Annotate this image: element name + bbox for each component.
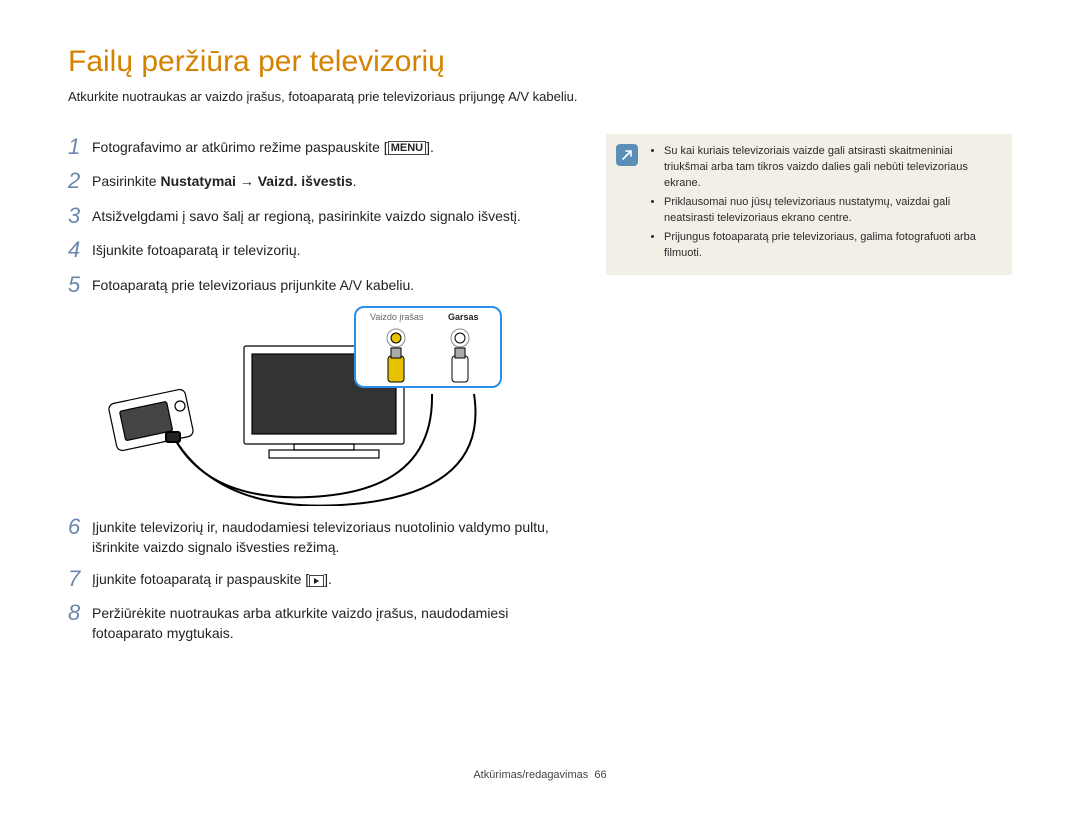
note-list: Su kai kuriais televizoriais vaizde gali…: [652, 144, 998, 262]
step-text: Fotoaparatą prie televizoriaus prijunkit…: [92, 272, 414, 295]
text: ].: [324, 571, 332, 587]
step-number: 2: [68, 168, 92, 194]
step-text: Įjunkite fotoaparatą ir paspauskite [].: [92, 566, 332, 589]
step-number: 3: [68, 203, 92, 229]
step-text: Įjunkite televizorių ir, naudodamiesi te…: [92, 514, 578, 558]
page-title: Failų peržiūra per televizorių: [68, 45, 1012, 79]
connector-callout: Vaizdo įrašas Garsas: [354, 306, 502, 388]
connection-diagram: Vaizdo įrašas Garsas: [94, 306, 524, 506]
step-text: Pasirinkite Nustatymai → Vaizd. išvestis…: [92, 168, 357, 191]
step-number: 8: [68, 600, 92, 626]
left-column: 1 Fotografavimo ar atkūrimo režime paspa…: [68, 134, 578, 652]
content-columns: 1 Fotografavimo ar atkūrimo režime paspa…: [68, 134, 1012, 652]
note-item: Su kai kuriais televizoriais vaizde gali…: [664, 144, 998, 192]
step-text: Fotografavimo ar atkūrimo režime paspaus…: [92, 134, 434, 157]
menu-button-icon: MENU: [388, 141, 426, 155]
note-box: Su kai kuriais televizoriais vaizde gali…: [606, 134, 1012, 275]
step-text: Atsižvelgdami į savo šalį ar regioną, pa…: [92, 203, 521, 226]
step-number: 5: [68, 272, 92, 298]
text: ].: [426, 139, 434, 155]
step-4: 4 Išjunkite fotoaparatą ir televizorių.: [68, 237, 578, 263]
note-item: Priklausomai nuo jūsų televizoriaus nust…: [664, 195, 998, 227]
step-number: 7: [68, 566, 92, 592]
text: .: [353, 173, 357, 189]
step-7: 7 Įjunkite fotoaparatą ir paspauskite []…: [68, 566, 578, 592]
text: Fotografavimo ar atkūrimo režime paspaus…: [92, 139, 388, 155]
text: Pasirinkite: [92, 173, 160, 189]
page-footer: Atkūrimas/redagavimas 66: [0, 769, 1080, 781]
step-2: 2 Pasirinkite Nustatymai → Vaizd. išvest…: [68, 168, 578, 194]
bold: Nustatymai → Vaizd. išvestis: [160, 173, 352, 189]
step-text: Išjunkite fotoaparatą ir televizorių.: [92, 237, 301, 260]
step-1: 1 Fotografavimo ar atkūrimo režime paspa…: [68, 134, 578, 160]
step-number: 1: [68, 134, 92, 160]
text: Įjunkite fotoaparatą ir paspauskite [: [92, 571, 309, 587]
play-button-icon: [309, 575, 324, 587]
plugs-svg: [356, 308, 504, 390]
info-icon: [616, 144, 638, 166]
step-5: 5 Fotoaparatą prie televizoriaus prijunk…: [68, 272, 578, 298]
step-3: 3 Atsižvelgdami į savo šalį ar regioną, …: [68, 203, 578, 229]
right-column: Su kai kuriais televizoriais vaizde gali…: [606, 134, 1012, 652]
page-number: 66: [594, 769, 606, 781]
step-8: 8 Peržiūrėkite nuotraukas arba atkurkite…: [68, 600, 578, 644]
step-text: Peržiūrėkite nuotraukas arba atkurkite v…: [92, 600, 578, 644]
step-number: 4: [68, 237, 92, 263]
note-item: Prijungus fotoaparatą prie televizoriaus…: [664, 230, 998, 262]
section-name: Atkūrimas/redagavimas: [473, 769, 588, 781]
step-number: 6: [68, 514, 92, 540]
page-subtitle: Atkurkite nuotraukas ar vaizdo įrašus, f…: [68, 89, 1012, 104]
step-6: 6 Įjunkite televizorių ir, naudodamiesi …: [68, 514, 578, 558]
